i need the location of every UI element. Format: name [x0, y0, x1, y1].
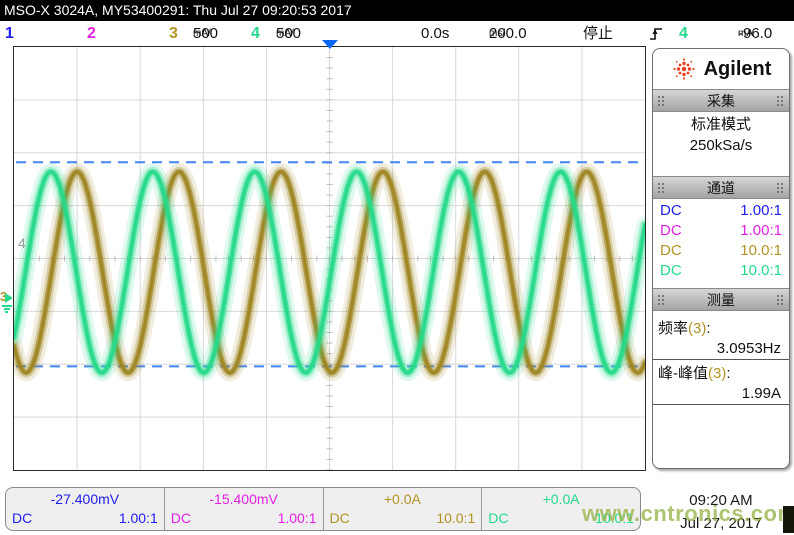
- coupling-label: DC: [330, 509, 350, 528]
- sample-rate: 250kSa/s: [653, 135, 789, 156]
- grip-dots-icon: [776, 95, 785, 107]
- coupling-label: DC: [660, 201, 682, 221]
- probe-ratio: 10.0:1: [740, 241, 782, 261]
- agilent-logo-icon: [671, 56, 697, 82]
- channel-offset-value: -27.400mV: [12, 490, 158, 509]
- acquisition-section-title: 采集: [707, 91, 735, 111]
- measurement-value: 3.0953Hz: [653, 338, 789, 360]
- brand-header: Agilent: [653, 49, 789, 89]
- probe-ratio: 1.00:1: [278, 509, 317, 528]
- measurement-label: 峰-峰值: [658, 365, 708, 382]
- grip-dots-icon: [776, 182, 785, 194]
- measurement-frequency[interactable]: 频率(3): 3.0953Hz: [653, 315, 789, 360]
- coupling-label: DC: [660, 221, 682, 241]
- coupling-label: DC: [660, 241, 682, 261]
- grip-dots-icon: [657, 95, 666, 107]
- coupling-label: DC: [660, 261, 682, 281]
- channel4-button[interactable]: 4: [251, 21, 260, 46]
- brand-name: Agilent: [704, 58, 772, 81]
- channel3-button[interactable]: 3: [169, 21, 178, 46]
- channel4-ground-symbol-icon: [1, 304, 12, 313]
- probe-ratio: 1.00:1: [119, 509, 158, 528]
- channel4-level-label: 4: [18, 235, 26, 251]
- probe-ratio: 1.00:1: [740, 221, 782, 241]
- status-toolbar: 1 2 3 500mA/ 4 500mA/ 0.0s 200.0ms/ 停止 4…: [0, 21, 794, 46]
- title-bar: MSO-X 3024A, MY53400291: Thu Jul 27 09:2…: [0, 0, 794, 21]
- watermark-corner-block: [783, 506, 794, 533]
- channel1-settings-row[interactable]: DC 1.00:1: [653, 201, 789, 221]
- channel4-scale-unit: mA/: [276, 21, 294, 46]
- trigger-edge-icon: [649, 25, 663, 42]
- channel3-scale-unit: mA/: [193, 21, 211, 46]
- grip-dots-icon: [657, 182, 666, 194]
- acquisition-section-header[interactable]: 采集: [653, 89, 789, 112]
- measurements-section-header[interactable]: 测量: [653, 288, 789, 311]
- channel-status-bar: -27.400mV DC 1.00:1 -15.400mV DC 1.00:1 +0…: [5, 487, 641, 531]
- channel-settings-list: DC 1.00:1 DC 1.00:1 DC 10.0:1 DC 10.0:1: [653, 199, 789, 285]
- measurement-value: 1.99A: [653, 383, 789, 405]
- measurement-colon: :: [706, 320, 710, 337]
- measurements-section-title: 测量: [707, 290, 735, 310]
- run-state-indicator[interactable]: 停止: [583, 21, 613, 46]
- measurement-source: (3): [688, 320, 706, 337]
- grip-dots-icon: [776, 294, 785, 306]
- waveform-display: 4: [13, 46, 646, 471]
- coupling-label: DC: [488, 509, 508, 528]
- trigger-level-unit: mA: [738, 21, 753, 46]
- measurement-source: (3): [708, 365, 726, 382]
- sidebar-panel: Agilent 采集 标准模式 250kSa/s 通道 DC 1.00:1 DC…: [652, 48, 790, 469]
- acquisition-info: 标准模式 250kSa/s: [653, 112, 789, 160]
- probe-ratio: 10.0:1: [740, 261, 782, 281]
- time-offset-readout[interactable]: 0.0s: [421, 21, 449, 46]
- timebase-unit: ms/: [489, 21, 505, 46]
- probe-ratio: 10.0:1: [436, 509, 475, 528]
- measurements-list: 频率(3): 3.0953Hz 峰-峰值(3): 1.99A: [653, 311, 789, 405]
- channels-section-header[interactable]: 通道: [653, 176, 789, 199]
- channel3-status-box[interactable]: +0.0A DC 10.0:1: [324, 488, 483, 530]
- channel2-button[interactable]: 2: [87, 21, 96, 46]
- trigger-source-readout[interactable]: 4: [679, 21, 688, 46]
- coupling-label: DC: [12, 509, 32, 528]
- channel1-status-box[interactable]: -27.400mV DC 1.00:1: [6, 488, 165, 530]
- measurement-peak-to-peak[interactable]: 峰-峰值(3): 1.99A: [653, 360, 789, 405]
- channel2-settings-row[interactable]: DC 1.00:1: [653, 221, 789, 241]
- channel-offset-value: +0.0A: [330, 490, 476, 509]
- trigger-position-marker-icon[interactable]: [322, 40, 338, 49]
- instrument-title: MSO-X 3024A, MY53400291: Thu Jul 27 09:2…: [4, 2, 352, 18]
- acquisition-mode: 标准模式: [653, 114, 789, 135]
- channel-offset-value: -15.400mV: [171, 490, 317, 509]
- waveform-canvas: [14, 47, 645, 470]
- grip-dots-icon: [657, 294, 666, 306]
- channel4-settings-row[interactable]: DC 10.0:1: [653, 261, 789, 281]
- channels-section-title: 通道: [707, 178, 735, 198]
- measurement-label: 频率: [658, 320, 688, 337]
- probe-ratio: 1.00:1: [740, 201, 782, 221]
- measurement-colon: :: [726, 365, 730, 382]
- channel4-ground-marker-icon[interactable]: [5, 293, 13, 303]
- channel3-settings-row[interactable]: DC 10.0:1: [653, 241, 789, 261]
- channel2-status-box[interactable]: -15.400mV DC 1.00:1: [165, 488, 324, 530]
- channel1-button[interactable]: 1: [5, 21, 14, 46]
- watermark-text: www.cntronics.com: [582, 501, 794, 527]
- oscilloscope-screen: { "title_bar": { "text": "MSO-X 3024A, M…: [0, 0, 794, 535]
- coupling-label: DC: [171, 509, 191, 528]
